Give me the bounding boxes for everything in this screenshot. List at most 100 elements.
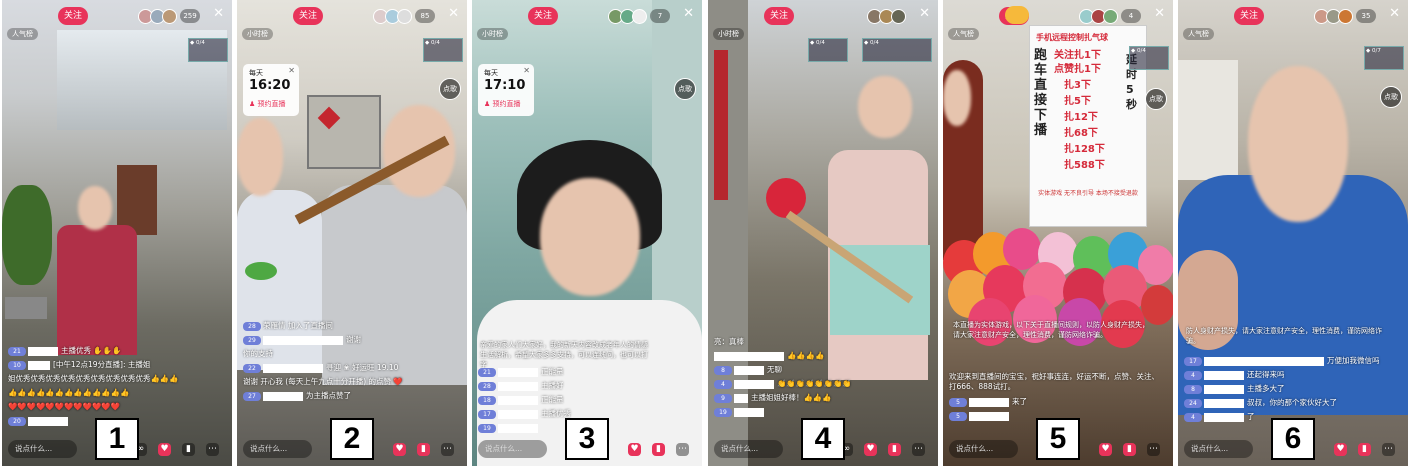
comment-input[interactable]: 说点什么... bbox=[1184, 440, 1253, 458]
close-icon[interactable]: ✕ bbox=[1154, 6, 1165, 21]
chat-list: 17 万便加我微信吗 4 还起得来吗 8 主播多大了 24 叔叔，你的那个家伙好大了 4… bbox=[1184, 355, 1398, 425]
rank-badge[interactable]: 小时榜 bbox=[477, 28, 508, 40]
level-badge: 29 bbox=[243, 335, 261, 345]
redacted-username bbox=[714, 351, 784, 361]
avatar[interactable] bbox=[891, 8, 906, 24]
sign-line: 扎5下 bbox=[1064, 96, 1091, 107]
more-icon[interactable]: ⋯ bbox=[1382, 443, 1395, 456]
gift-box-icon[interactable]: ▮ bbox=[417, 443, 430, 456]
gift-box-icon[interactable]: ▮ bbox=[1358, 443, 1371, 456]
rank-badge[interactable]: 人气榜 bbox=[1183, 28, 1214, 40]
schedule-daily-label: 每天 bbox=[484, 69, 498, 77]
follow-button[interactable]: 关注 bbox=[58, 7, 88, 25]
gift-icon[interactable]: ♥ bbox=[1334, 443, 1347, 456]
close-icon[interactable]: ✕ bbox=[1389, 6, 1400, 21]
more-icon[interactable]: ⋯ bbox=[206, 443, 219, 456]
top-bar: 关注 7 ✕ bbox=[472, 4, 702, 26]
follow-button[interactable]: 关注 bbox=[293, 7, 323, 25]
close-icon[interactable]: ✕ bbox=[523, 66, 530, 75]
gift-icon[interactable]: ♥ bbox=[1099, 443, 1112, 456]
pk-mini-card[interactable]: ◆ 0/4 bbox=[808, 38, 848, 62]
pk-mini-card[interactable]: ◆ 0/4 bbox=[1129, 46, 1169, 70]
more-icon[interactable]: ⋯ bbox=[912, 443, 925, 456]
schedule-card[interactable]: 每天 ✕ 16:20 ♟ 预约直播 bbox=[243, 64, 299, 116]
close-icon[interactable]: ✕ bbox=[919, 6, 930, 21]
sign-line: 扎3下 bbox=[1064, 80, 1091, 91]
avatar[interactable] bbox=[1338, 8, 1353, 24]
chat-message: 👍👍👍👍 bbox=[714, 350, 928, 362]
gift-icon[interactable]: ♥ bbox=[393, 443, 406, 456]
avatar[interactable] bbox=[632, 8, 647, 24]
song-request-button[interactable]: 点歌 bbox=[439, 78, 461, 100]
rank-badge[interactable]: 小时榜 bbox=[242, 28, 273, 40]
chat-text: 正能量 bbox=[541, 395, 564, 404]
gift-box-icon[interactable]: ▮ bbox=[182, 443, 195, 456]
more-icon[interactable]: ⋯ bbox=[676, 443, 689, 456]
redacted-username bbox=[28, 416, 68, 426]
pk-mini-card[interactable]: ◆ 0/4 bbox=[862, 38, 932, 62]
comment-input[interactable]: 说点什么... bbox=[949, 440, 1018, 458]
chat-text: 了 bbox=[1247, 412, 1255, 421]
level-badge: 21 bbox=[8, 346, 26, 356]
comment-input[interactable]: 说点什么... bbox=[8, 440, 77, 458]
chat-message: 24 叔叔，你的那个家伙好大了 bbox=[1184, 397, 1398, 409]
chat-message: 8 主播多大了 bbox=[1184, 383, 1398, 395]
rank-badge[interactable]: 小时榜 bbox=[713, 28, 744, 40]
comment-input[interactable]: 说点什么... bbox=[714, 440, 783, 458]
comment-input[interactable]: 说点什么... bbox=[243, 440, 312, 458]
chat-message: 10 [中午12点19分直播]: 主播姐 bbox=[8, 359, 222, 371]
redacted-username bbox=[498, 423, 538, 433]
chat-text: 无聊 bbox=[767, 365, 782, 374]
pk-mini-card[interactable]: ◆ 0/4 bbox=[423, 38, 463, 62]
rank-badge[interactable]: 人气榜 bbox=[7, 28, 38, 40]
viewer-count[interactable]: 7 bbox=[650, 9, 670, 23]
level-badge: 17 bbox=[478, 409, 496, 419]
gift-icon[interactable]: ♥ bbox=[628, 443, 641, 456]
schedule-card[interactable]: 每天 ✕ 17:10 ♟ 预约直播 bbox=[478, 64, 534, 116]
pk-mini-card[interactable]: ◆ 0/4 bbox=[188, 38, 228, 62]
panel-number-label: 5 bbox=[1036, 418, 1080, 460]
level-badge: 8 bbox=[714, 365, 732, 375]
sign-vertical-text: 跑车直接下播 bbox=[1034, 48, 1048, 138]
viewer-avatars: 259 bbox=[138, 8, 200, 24]
redacted-username bbox=[498, 409, 538, 419]
song-request-button[interactable]: 点歌 bbox=[1145, 88, 1167, 110]
reserve-link[interactable]: ♟ 预约直播 bbox=[484, 99, 521, 109]
pk-mini-card[interactable]: ◆ 0/7 bbox=[1364, 46, 1404, 70]
viewer-count[interactable]: 259 bbox=[180, 9, 200, 23]
follow-button[interactable]: 关注 bbox=[764, 7, 794, 25]
avatar[interactable] bbox=[1103, 8, 1118, 24]
comment-input[interactable]: 说点什么... bbox=[478, 440, 547, 458]
follow-button[interactable]: 关注 bbox=[1234, 7, 1264, 25]
viewer-count[interactable]: 35 bbox=[1356, 9, 1376, 23]
rank-badge[interactable]: 人气榜 bbox=[948, 28, 979, 40]
blurred-face bbox=[943, 70, 971, 126]
chat-text: 你的支持 bbox=[243, 349, 273, 358]
chat-message: 28 主播好 bbox=[478, 380, 692, 392]
level-badge: 4 bbox=[1184, 370, 1202, 380]
chat-list: 亮：真棒 👍👍👍👍 8 无聊 4 👏👏👏👏👏👏👏👏 9 主播姐姐好棒！👍👍👍 19 bbox=[714, 336, 928, 420]
song-request-button[interactable]: 点歌 bbox=[1380, 86, 1402, 108]
viewer-avatars: 35 bbox=[1314, 8, 1376, 24]
avatar[interactable] bbox=[162, 8, 177, 24]
close-icon[interactable]: ✕ bbox=[448, 6, 459, 21]
gift-box-icon[interactable]: ▮ bbox=[888, 443, 901, 456]
song-request-button[interactable]: 点歌 bbox=[674, 78, 696, 100]
close-icon[interactable]: ✕ bbox=[288, 66, 295, 75]
more-icon[interactable]: ⋯ bbox=[1147, 443, 1160, 456]
gift-badge-icon[interactable] bbox=[1005, 6, 1029, 24]
gift-icon[interactable]: ♥ bbox=[158, 443, 171, 456]
close-icon[interactable]: ✕ bbox=[213, 6, 224, 21]
redacted-username bbox=[734, 407, 764, 417]
close-icon[interactable]: ✕ bbox=[683, 6, 694, 21]
viewer-count[interactable]: 4 bbox=[1121, 9, 1141, 23]
redacted-username bbox=[1204, 398, 1244, 408]
viewer-count[interactable]: 85 bbox=[415, 9, 435, 23]
gift-box-icon[interactable]: ▮ bbox=[1123, 443, 1136, 456]
avatar[interactable] bbox=[397, 8, 412, 24]
reserve-link[interactable]: ♟ 预约直播 bbox=[249, 99, 286, 109]
gift-icon[interactable]: ♥ bbox=[864, 443, 877, 456]
gift-box-icon[interactable]: ▮ bbox=[652, 443, 665, 456]
more-icon[interactable]: ⋯ bbox=[441, 443, 454, 456]
follow-button[interactable]: 关注 bbox=[528, 7, 558, 25]
